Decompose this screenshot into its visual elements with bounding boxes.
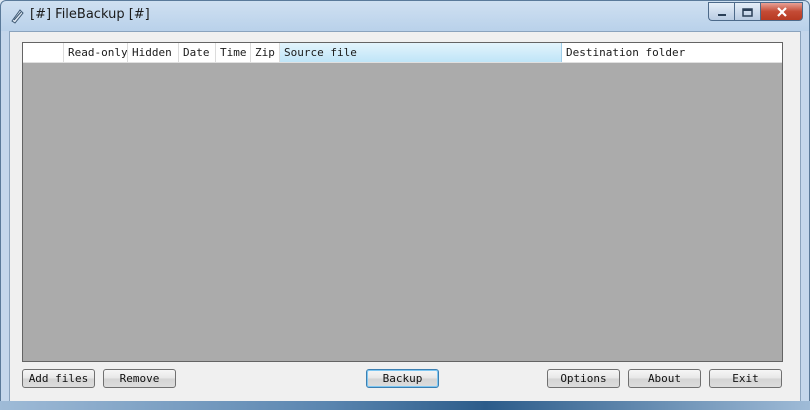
column-header-read-only[interactable]: Read-only: [64, 43, 128, 62]
maximize-icon: [742, 2, 753, 21]
caption-buttons: [708, 2, 803, 21]
file-list-header: Read-only Hidden Date Time Zip Source fi…: [23, 43, 782, 63]
column-header-source-file[interactable]: Source file: [280, 43, 562, 62]
desktop-taskbar-strip: [0, 401, 810, 410]
about-button[interactable]: About: [628, 369, 701, 388]
app-icon: [9, 8, 25, 24]
column-header-zip[interactable]: Zip: [251, 43, 280, 62]
add-files-button[interactable]: Add files: [22, 369, 95, 388]
remove-button[interactable]: Remove: [103, 369, 176, 388]
client-area: Read-only Hidden Date Time Zip Source fi…: [9, 31, 801, 402]
column-header-time[interactable]: Time: [216, 43, 251, 62]
column-header-hidden[interactable]: Hidden: [128, 43, 179, 62]
column-header-date[interactable]: Date: [179, 43, 216, 62]
title-bar[interactable]: [#] FileBackup [#]: [1, 1, 809, 31]
minimize-button[interactable]: [708, 2, 734, 21]
column-header-blank[interactable]: [23, 43, 64, 62]
window-title: [#] FileBackup [#]: [30, 7, 150, 22]
backup-button[interactable]: Backup: [366, 369, 439, 388]
close-button[interactable]: [760, 2, 803, 21]
exit-button[interactable]: Exit: [709, 369, 782, 388]
maximize-button[interactable]: [734, 2, 760, 21]
minimize-icon: [717, 2, 727, 21]
close-icon: [776, 2, 788, 21]
options-button[interactable]: Options: [547, 369, 620, 388]
app-window: [#] FileBackup [#] Read-only Hidden Date…: [0, 0, 810, 410]
column-header-destination-folder[interactable]: Destination folder: [562, 43, 782, 62]
file-list[interactable]: Read-only Hidden Date Time Zip Source fi…: [22, 42, 783, 362]
